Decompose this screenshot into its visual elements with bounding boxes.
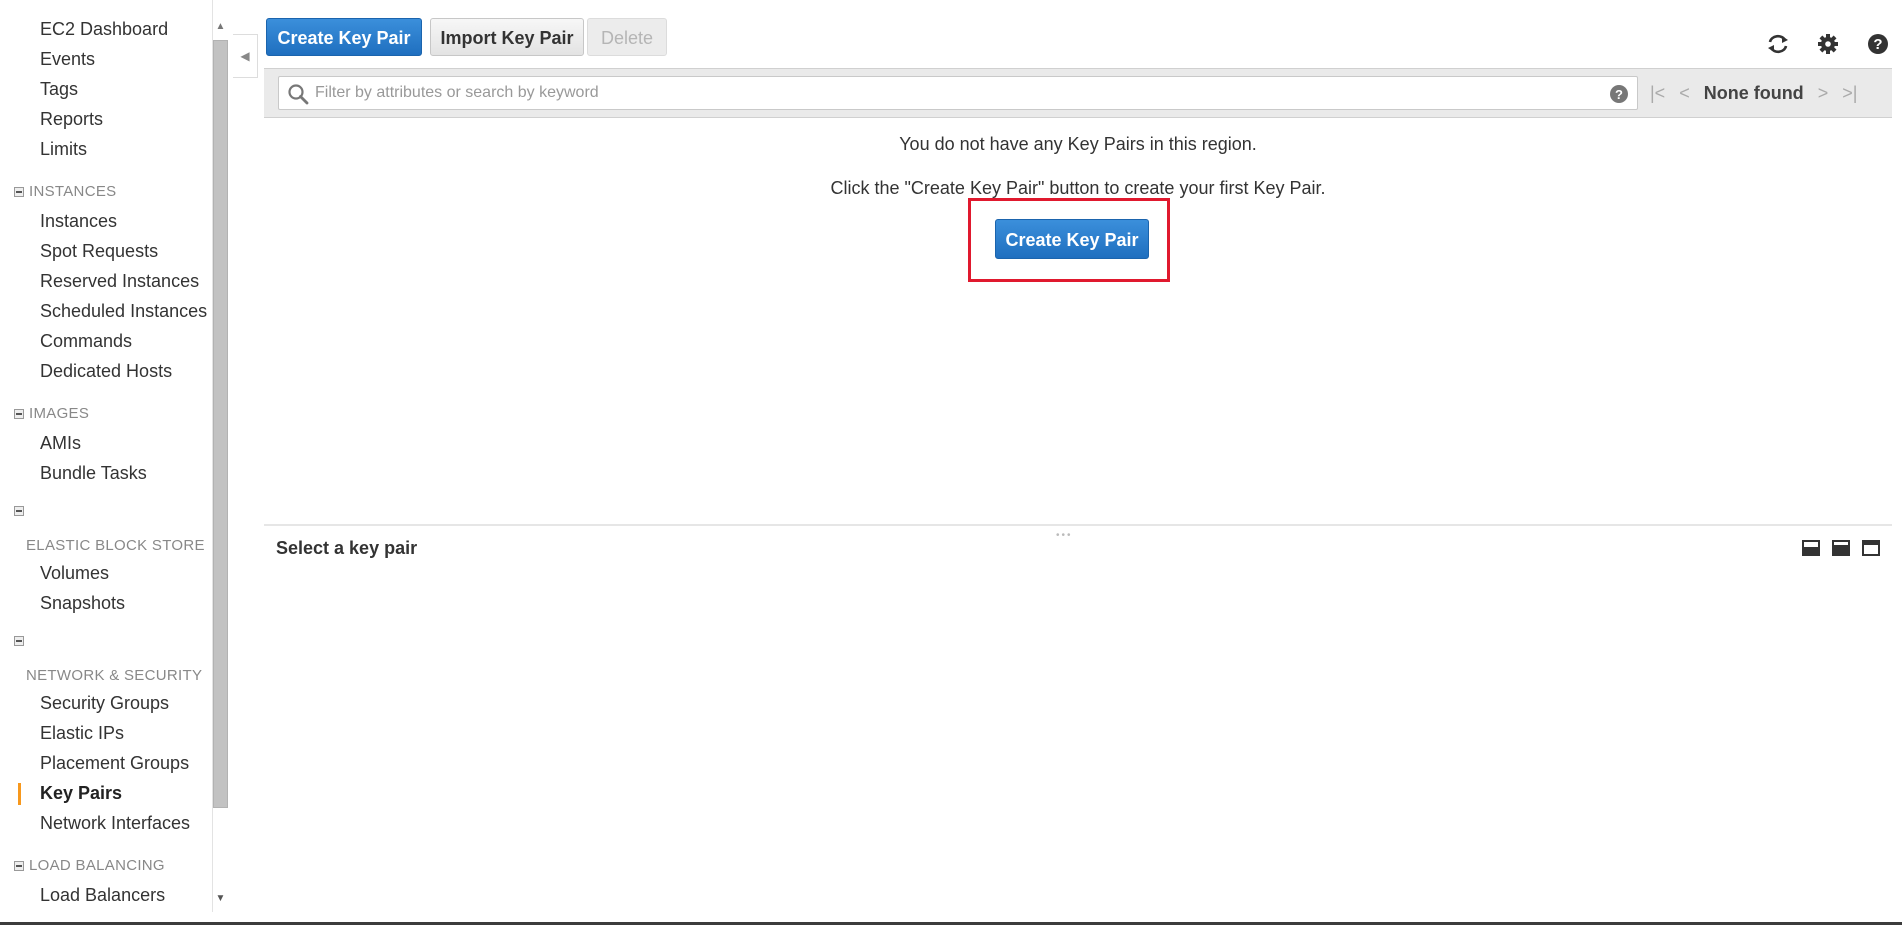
sidebar-item-amis[interactable]: AMIs [0, 428, 212, 458]
sidebar-item-load-balancers[interactable]: Load Balancers [0, 880, 212, 910]
layout-toggle-group [1802, 540, 1880, 556]
scrollbar-thumb[interactable] [213, 40, 228, 808]
layout-split-panel-icon[interactable] [1832, 540, 1850, 556]
collapse-icon[interactable] [14, 409, 24, 419]
last-page-icon[interactable]: >| [1842, 83, 1857, 104]
section-title-load-balancing: LOAD BALANCING [29, 857, 165, 874]
sidebar-item-elastic-ips[interactable]: Elastic IPs [0, 718, 212, 748]
section-ebs[interactable]: ELASTIC BLOCK STORE [0, 502, 212, 558]
next-page-icon[interactable]: > [1818, 83, 1829, 104]
sidebar-item-snapshots[interactable]: Snapshots [0, 588, 212, 618]
sidebar-item-events[interactable]: Events [0, 44, 212, 74]
section-load-balancing[interactable]: LOAD BALANCING [0, 852, 212, 880]
sidebar-item-network-interfaces[interactable]: Network Interfaces [0, 808, 212, 838]
sidebar-item-reports[interactable]: Reports [0, 104, 212, 134]
section-title-instances: INSTANCES [29, 183, 117, 200]
top-icons: ? [1766, 32, 1890, 56]
create-key-pair-button[interactable]: Create Key Pair [266, 18, 422, 56]
scroll-up-arrow-icon[interactable]: ▲ [212, 20, 229, 34]
empty-state-hint: Click the "Create Key Pair" button to cr… [830, 178, 1326, 198]
sidebar: EC2 Dashboard Events Tags Reports Limits… [0, 0, 213, 912]
search-input[interactable] [315, 77, 1575, 109]
sidebar-item-placement-groups[interactable]: Placement Groups [0, 748, 212, 778]
search-box[interactable]: ? [278, 76, 1638, 110]
sidebar-item-limits[interactable]: Limits [0, 134, 212, 164]
collapse-icon[interactable] [14, 187, 24, 197]
sidebar-item-scheduled-instances[interactable]: Scheduled Instances [0, 296, 212, 326]
main-content: Create Key Pair Import Key Pair Delete ?… [264, 0, 1902, 912]
sidebar-item-security-groups[interactable]: Security Groups [0, 688, 212, 718]
section-images[interactable]: IMAGES [0, 400, 212, 428]
sidebar-item-reserved-instances[interactable]: Reserved Instances [0, 266, 212, 296]
sidebar-item-commands[interactable]: Commands [0, 326, 212, 356]
splitter-grip-icon[interactable]: ••• [1056, 530, 1073, 541]
layout-bottom-panel-icon[interactable] [1802, 540, 1820, 556]
svg-text:?: ? [1615, 87, 1623, 102]
sidebar-item-bundle-tasks[interactable]: Bundle Tasks [0, 458, 212, 488]
create-key-pair-button-center[interactable]: Create Key Pair [995, 219, 1149, 259]
svg-text:?: ? [1873, 36, 1882, 53]
import-key-pair-button[interactable]: Import Key Pair [430, 18, 584, 56]
empty-state-message: You do not have any Key Pairs in this re… [899, 134, 1257, 154]
filter-bar: ? |< < None found > >| [264, 68, 1892, 118]
sidebar-item-key-pairs[interactable]: Key Pairs [0, 778, 212, 808]
search-icon [287, 83, 309, 110]
section-instances[interactable]: INSTANCES [0, 178, 212, 206]
first-page-icon[interactable]: |< [1650, 83, 1665, 104]
collapse-icon[interactable] [14, 636, 24, 646]
bottom-divider [0, 922, 1902, 925]
sidebar-scrollbar[interactable]: ▲ ▼ [212, 16, 229, 912]
section-title-network-security: NETWORK & SECURITY [26, 667, 203, 684]
pagination: |< < None found > >| [1650, 69, 1857, 117]
pagination-status: None found [1703, 82, 1804, 103]
sidebar-list: EC2 Dashboard Events Tags Reports Limits… [0, 14, 212, 910]
layout-top-panel-icon[interactable] [1862, 540, 1880, 556]
collapse-icon[interactable] [14, 506, 24, 516]
section-title-ebs: ELASTIC BLOCK STORE [26, 537, 205, 554]
previous-page-icon[interactable]: < [1679, 83, 1690, 104]
detail-pane-title: Select a key pair [276, 538, 418, 558]
collapse-sidebar-handle[interactable]: ◀ [233, 34, 258, 78]
chevron-left-icon: ◀ [240, 49, 250, 63]
sidebar-item-ec2-dashboard[interactable]: EC2 Dashboard [0, 14, 212, 44]
help-icon[interactable]: ? [1866, 32, 1890, 56]
gear-icon[interactable] [1816, 32, 1840, 56]
pane-splitter[interactable] [264, 524, 1892, 526]
sidebar-item-spot-requests[interactable]: Spot Requests [0, 236, 212, 266]
refresh-icon[interactable] [1766, 32, 1790, 56]
scroll-down-arrow-icon[interactable]: ▼ [212, 892, 229, 906]
delete-button[interactable]: Delete [587, 18, 667, 56]
sidebar-item-dedicated-hosts[interactable]: Dedicated Hosts [0, 356, 212, 386]
sidebar-item-tags[interactable]: Tags [0, 74, 212, 104]
section-title-images: IMAGES [29, 405, 90, 422]
highlight-box: Create Key Pair [968, 198, 1170, 282]
search-help-icon[interactable]: ? [1609, 84, 1629, 109]
sidebar-item-instances[interactable]: Instances [0, 206, 212, 236]
collapse-icon[interactable] [14, 861, 24, 871]
section-network-security[interactable]: NETWORK & SECURITY [0, 632, 212, 688]
sidebar-item-volumes[interactable]: Volumes [0, 558, 212, 588]
